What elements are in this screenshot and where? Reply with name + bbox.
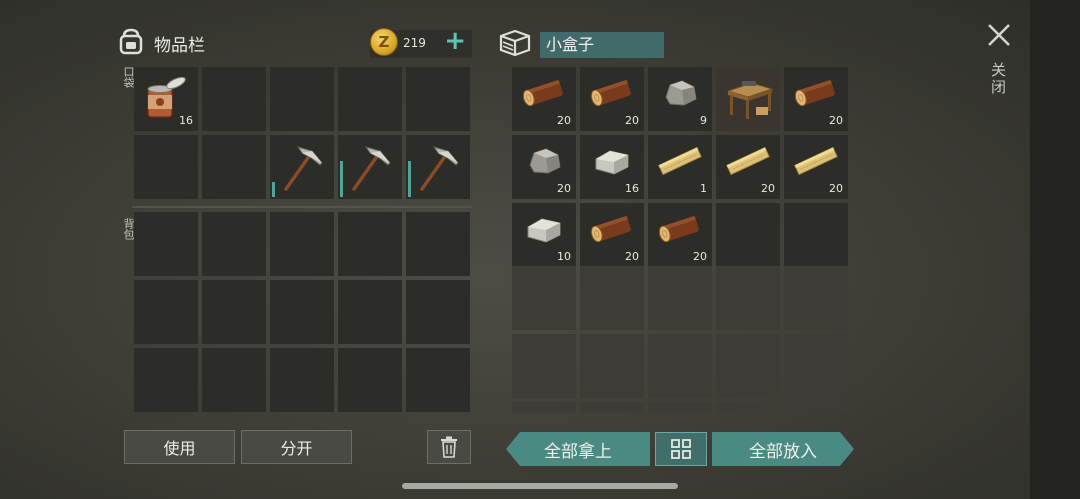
locked-slot [716, 402, 780, 413]
locked-slot [580, 334, 644, 398]
empty-slot[interactable] [134, 280, 198, 344]
item-count: 20 [625, 250, 639, 263]
locked-slot [648, 266, 712, 330]
empty-slot[interactable] [202, 280, 266, 344]
item-slot[interactable]: 20 [716, 135, 780, 199]
item-slot[interactable]: 20 [512, 135, 576, 199]
locked-slot [784, 266, 848, 330]
item-slot[interactable]: 9 [648, 67, 712, 131]
grid-sort-icon [671, 439, 691, 459]
item-slot[interactable]: 20 [512, 67, 576, 131]
item-count: 10 [557, 250, 571, 263]
empty-slot[interactable] [134, 212, 198, 276]
item-slot[interactable] [270, 135, 334, 199]
item-slot[interactable]: 20 [648, 203, 712, 267]
put-all-button[interactable]: 全部放入 [712, 432, 854, 466]
use-button[interactable]: 使用 [124, 430, 235, 464]
empty-slot[interactable] [338, 280, 402, 344]
item-count: 1 [700, 182, 707, 195]
close-button[interactable] [986, 22, 1012, 48]
home-indicator[interactable] [402, 483, 678, 489]
empty-slot[interactable] [270, 67, 334, 131]
split-button[interactable]: 分开 [241, 430, 352, 464]
locked-slot [648, 334, 712, 398]
empty-slot[interactable] [784, 203, 848, 267]
discard-button[interactable] [427, 430, 471, 464]
right-edge-shade [1030, 0, 1080, 499]
empty-slot[interactable] [406, 212, 470, 276]
box-header: 小盒子 [498, 28, 664, 62]
item-count: 16 [625, 182, 639, 195]
pocket-grid: 16 [134, 67, 470, 199]
item-slot[interactable]: 10 [512, 203, 576, 267]
empty-slot[interactable] [716, 203, 780, 267]
section-divider [132, 206, 472, 208]
trash-icon [441, 436, 457, 458]
sort-button[interactable] [655, 432, 707, 466]
item-count: 9 [700, 114, 707, 127]
locked-slot [580, 402, 644, 413]
empty-slot[interactable] [338, 348, 402, 412]
locked-slot [716, 334, 780, 398]
coin-amount: 219 [403, 36, 426, 50]
item-slot[interactable] [406, 135, 470, 199]
coin-icon: Z [370, 28, 398, 56]
locked-slot [512, 334, 576, 398]
item-slot[interactable]: 20 [784, 135, 848, 199]
item-slot[interactable]: 20 [580, 67, 644, 131]
item-count: 20 [829, 114, 843, 127]
empty-slot[interactable] [134, 348, 198, 412]
item-slot[interactable]: 1 [648, 135, 712, 199]
empty-slot[interactable] [270, 348, 334, 412]
locked-slot [784, 334, 848, 398]
empty-slot[interactable] [134, 135, 198, 199]
empty-slot[interactable] [202, 212, 266, 276]
locked-slot [784, 402, 848, 413]
item-count: 20 [557, 182, 571, 195]
box-grid: 20 20 9 20 20 16 1 20 20 10 20 20 [512, 67, 848, 267]
item-slot[interactable]: 16 [134, 67, 198, 131]
empty-slot[interactable] [338, 212, 402, 276]
take-all-button[interactable]: 全部拿上 [506, 432, 650, 466]
item-count: 20 [625, 114, 639, 127]
locked-slot [648, 402, 712, 413]
item-count: 16 [179, 114, 193, 127]
box-icon [498, 28, 532, 62]
item-count: 20 [693, 250, 707, 263]
empty-slot[interactable] [338, 67, 402, 131]
item-count: 20 [557, 114, 571, 127]
durability-bar [272, 182, 275, 197]
item-count: 20 [761, 182, 775, 195]
empty-slot[interactable] [270, 280, 334, 344]
item-count: 20 [829, 182, 843, 195]
item-slot[interactable]: 20 [580, 203, 644, 267]
empty-slot[interactable] [202, 135, 266, 199]
empty-slot[interactable] [270, 212, 334, 276]
locked-slot [580, 266, 644, 330]
coin-balance: Z 219 + [370, 26, 472, 58]
item-slot[interactable] [338, 135, 402, 199]
locked-slot [512, 402, 576, 413]
empty-slot[interactable] [406, 280, 470, 344]
empty-slot[interactable] [406, 348, 470, 412]
close-label[interactable]: 关闭 [989, 62, 1009, 96]
empty-slot[interactable] [202, 67, 266, 131]
durability-bar [408, 161, 411, 197]
inventory-header: 物品栏 [116, 26, 205, 61]
item-slot[interactable]: 20 [784, 67, 848, 131]
close-icon[interactable] [986, 22, 1012, 48]
locked-slot [716, 266, 780, 330]
box-name-field[interactable]: 小盒子 [540, 32, 664, 58]
add-coins-button[interactable]: + [444, 26, 466, 56]
inventory-title: 物品栏 [154, 36, 205, 56]
item-slot[interactable] [716, 67, 780, 131]
durability-bar [340, 161, 343, 197]
empty-slot[interactable] [406, 67, 470, 131]
locked-slot [512, 266, 576, 330]
empty-slot[interactable] [202, 348, 266, 412]
backpack-icon [116, 26, 146, 61]
item-slot[interactable]: 16 [580, 135, 644, 199]
backpack-grid [134, 212, 470, 412]
box-locked-grid [512, 266, 848, 413]
